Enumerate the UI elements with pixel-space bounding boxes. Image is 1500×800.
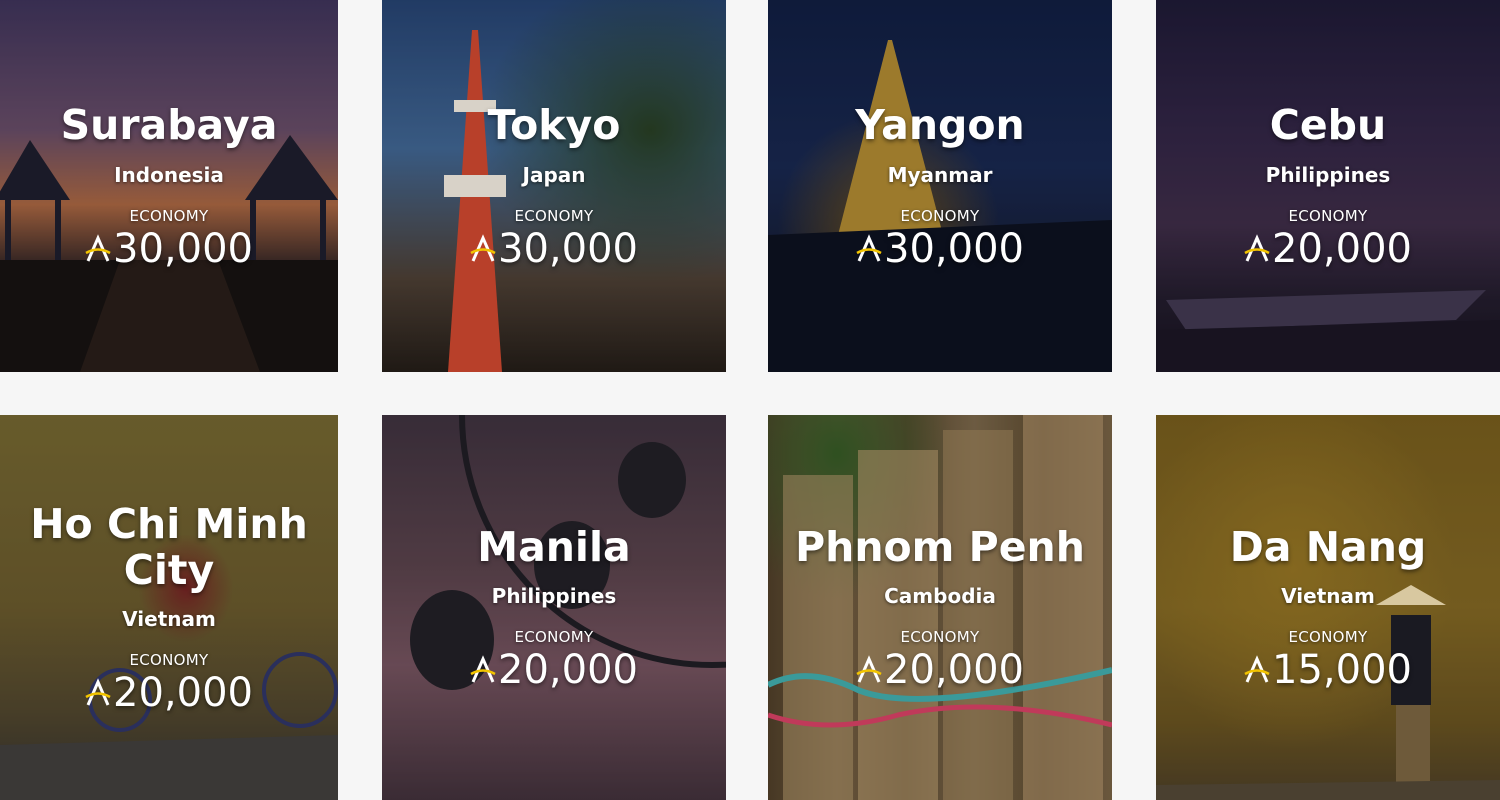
country-name: Vietnam xyxy=(122,606,216,631)
price-value: 15,000 xyxy=(1272,647,1412,694)
country-name: Philippines xyxy=(491,584,617,609)
city-name: Cebu xyxy=(1269,101,1387,150)
price-value: 30,000 xyxy=(498,225,638,272)
cabin-class: ECONOMY xyxy=(514,628,594,647)
destination-card-ho-chi-minh-city[interactable]: Ho Chi Minh City Vietnam ECONOMY 20,000 xyxy=(0,415,338,800)
destination-card-manila[interactable]: Manila Philippines ECONOMY 20,000 xyxy=(382,415,726,800)
city-name: Ho Chi Minh City xyxy=(30,500,308,594)
mileage-currency-icon xyxy=(856,233,882,262)
mileage-currency-icon xyxy=(85,677,111,706)
cabin-class: ECONOMY xyxy=(1288,628,1368,647)
price-value: 20,000 xyxy=(884,647,1024,694)
destination-card-yangon[interactable]: Yangon Myanmar ECONOMY 30,000 xyxy=(768,0,1112,372)
price-value: 30,000 xyxy=(113,225,253,272)
price-value: 20,000 xyxy=(113,669,253,716)
destination-card-surabaya[interactable]: Surabaya Indonesia ECONOMY 30,000 xyxy=(0,0,338,372)
country-name: Myanmar xyxy=(887,162,993,187)
price: 15,000 xyxy=(1244,650,1412,690)
mileage-currency-icon xyxy=(470,655,496,683)
destination-card-phnom-penh[interactable]: Phnom Penh Cambodia ECONOMY 20,000 xyxy=(768,415,1112,800)
price: 30,000 xyxy=(856,229,1024,269)
cabin-class: ECONOMY xyxy=(1288,206,1368,225)
cabin-class: ECONOMY xyxy=(129,650,209,669)
destination-card-tokyo[interactable]: Tokyo Japan ECONOMY 30,000 xyxy=(382,0,726,372)
price: 30,000 xyxy=(85,229,253,269)
price: 20,000 xyxy=(470,650,638,690)
price-value: 20,000 xyxy=(498,647,638,694)
cabin-class: ECONOMY xyxy=(900,206,980,225)
price: 20,000 xyxy=(85,673,253,713)
city-name: Tokyo xyxy=(487,101,621,150)
city-name: Surabaya xyxy=(60,101,278,150)
mileage-currency-icon xyxy=(470,233,496,262)
country-name: Philippines xyxy=(1265,162,1391,187)
mileage-currency-icon xyxy=(1244,233,1270,262)
cabin-class: ECONOMY xyxy=(900,628,980,647)
country-name: Cambodia xyxy=(884,584,996,609)
destination-card-cebu[interactable]: Cebu Philippines ECONOMY 20,000 xyxy=(1156,0,1500,372)
destination-card-da-nang[interactable]: Da Nang Vietnam ECONOMY 15,000 xyxy=(1156,415,1500,800)
mileage-currency-icon xyxy=(85,233,111,262)
city-name: Phnom Penh xyxy=(795,522,1085,571)
country-name: Japan xyxy=(522,162,586,187)
price-value: 20,000 xyxy=(1272,225,1412,272)
mileage-currency-icon xyxy=(856,655,882,683)
cabin-class: ECONOMY xyxy=(129,206,209,225)
cabin-class: ECONOMY xyxy=(514,206,594,225)
city-name: Manila xyxy=(477,522,631,571)
destination-grid: Surabaya Indonesia ECONOMY 30,000 Tokyo … xyxy=(0,0,1500,800)
country-name: Indonesia xyxy=(114,162,224,187)
city-name: Yangon xyxy=(855,101,1025,150)
price: 30,000 xyxy=(470,229,638,269)
country-name: Vietnam xyxy=(1281,584,1375,609)
mileage-currency-icon xyxy=(1244,655,1270,683)
price-value: 30,000 xyxy=(884,225,1024,272)
city-name: Da Nang xyxy=(1229,522,1427,571)
price: 20,000 xyxy=(1244,229,1412,269)
price: 20,000 xyxy=(856,650,1024,690)
